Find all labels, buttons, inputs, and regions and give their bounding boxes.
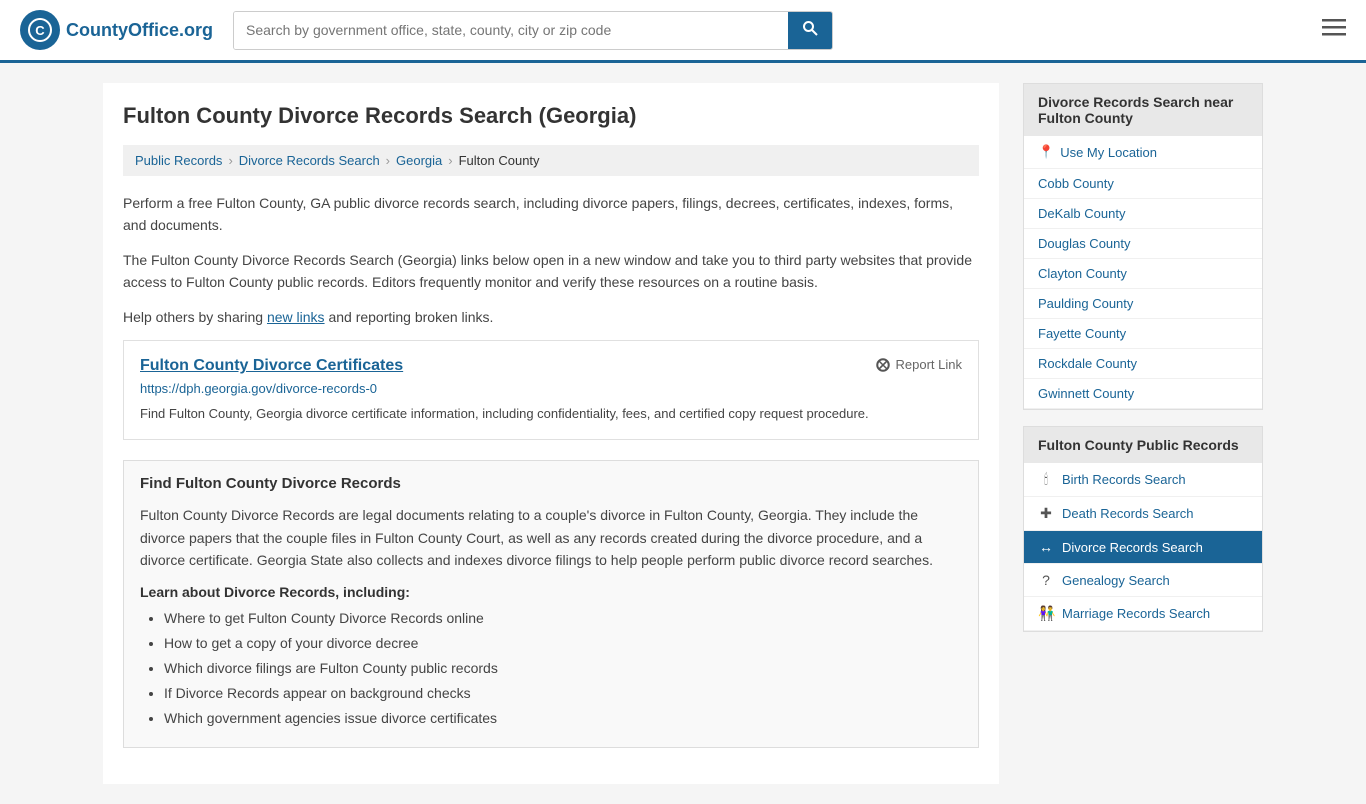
- breadcrumb-public-records[interactable]: Public Records: [135, 153, 222, 168]
- page-container: Fulton County Divorce Records Search (Ge…: [83, 63, 1283, 804]
- breadcrumb-sep-2: ›: [386, 153, 390, 168]
- divorce-icon: ↔: [1038, 539, 1054, 555]
- breadcrumb-current: Fulton County: [459, 153, 540, 168]
- breadcrumb: Public Records › Divorce Records Search …: [123, 145, 979, 176]
- site-header: C CountyOffice.org: [0, 0, 1366, 63]
- bullet-3: Which divorce filings are Fulton County …: [164, 658, 962, 679]
- nearby-header: Divorce Records Search near Fulton Count…: [1024, 84, 1262, 136]
- public-records-header: Fulton County Public Records: [1024, 427, 1262, 463]
- intro-paragraph-1: Perform a free Fulton County, GA public …: [123, 192, 979, 237]
- sidebar-item-marriage-records[interactable]: 👫 Marriage Records Search: [1024, 597, 1262, 631]
- report-link-button[interactable]: Report Link: [875, 357, 962, 373]
- learn-title: Learn about Divorce Records, including:: [140, 584, 962, 600]
- svg-text:C: C: [35, 23, 45, 38]
- genealogy-icon: ?: [1038, 572, 1054, 588]
- breadcrumb-sep-1: ›: [228, 153, 232, 168]
- location-pin-icon: 📍: [1038, 144, 1054, 160]
- county-link-douglas[interactable]: Douglas County: [1024, 229, 1262, 259]
- bullet-2: How to get a copy of your divorce decree: [164, 633, 962, 654]
- menu-icon[interactable]: [1322, 17, 1346, 43]
- breadcrumb-divorce-records[interactable]: Divorce Records Search: [239, 153, 380, 168]
- find-records-body: Fulton County Divorce Records are legal …: [140, 504, 962, 571]
- sidebar-item-birth-records[interactable]: 🕯 Birth Records Search: [1024, 463, 1262, 497]
- county-link-paulding[interactable]: Paulding County: [1024, 289, 1262, 319]
- county-link-rockdale[interactable]: Rockdale County: [1024, 349, 1262, 379]
- find-records-section: Find Fulton County Divorce Records Fulto…: [123, 460, 979, 747]
- county-link-clayton[interactable]: Clayton County: [1024, 259, 1262, 289]
- search-input[interactable]: [234, 12, 788, 49]
- intro-paragraph-2: The Fulton County Divorce Records Search…: [123, 249, 979, 294]
- sidebar: Divorce Records Search near Fulton Count…: [1023, 83, 1263, 784]
- bullet-1: Where to get Fulton County Divorce Recor…: [164, 608, 962, 629]
- death-icon: ✚: [1038, 505, 1054, 522]
- link-card-title[interactable]: Fulton County Divorce Certificates: [140, 357, 403, 375]
- sidebar-item-genealogy[interactable]: ? Genealogy Search: [1024, 564, 1262, 597]
- birth-icon: 🕯: [1038, 471, 1054, 488]
- new-links-link[interactable]: new links: [267, 309, 325, 325]
- link-card-url[interactable]: https://dph.georgia.gov/divorce-records-…: [140, 381, 962, 396]
- sidebar-item-divorce-records[interactable]: ↔ Divorce Records Search: [1024, 531, 1262, 564]
- breadcrumb-georgia[interactable]: Georgia: [396, 153, 442, 168]
- breadcrumb-sep-3: ›: [448, 153, 452, 168]
- search-bar[interactable]: [233, 11, 833, 50]
- link-card-desc: Find Fulton County, Georgia divorce cert…: [140, 404, 962, 424]
- marriage-icon: 👫: [1038, 605, 1054, 622]
- page-title: Fulton County Divorce Records Search (Ge…: [123, 103, 979, 129]
- county-link-fayette[interactable]: Fayette County: [1024, 319, 1262, 349]
- county-link-dekalb[interactable]: DeKalb County: [1024, 199, 1262, 229]
- use-location-button[interactable]: 📍 Use My Location: [1024, 136, 1262, 169]
- intro-paragraph-3: Help others by sharing new links and rep…: [123, 306, 979, 328]
- bullet-5: Which government agencies issue divorce …: [164, 708, 962, 729]
- county-link-cobb[interactable]: Cobb County: [1024, 169, 1262, 199]
- search-button[interactable]: [788, 12, 832, 49]
- logo-text: CountyOffice.org: [66, 20, 213, 41]
- report-icon: [875, 357, 891, 373]
- nearby-counties-list: Cobb County DeKalb County Douglas County…: [1024, 169, 1262, 409]
- county-link-gwinnett[interactable]: Gwinnett County: [1024, 379, 1262, 409]
- logo-icon: C: [20, 10, 60, 50]
- find-records-title: Find Fulton County Divorce Records: [140, 475, 962, 492]
- divorce-certificates-card: Fulton County Divorce Certificates Repor…: [123, 340, 979, 441]
- link-card-header: Fulton County Divorce Certificates Repor…: [140, 357, 962, 375]
- sidebar-item-death-records[interactable]: ✚ Death Records Search: [1024, 497, 1262, 531]
- public-records-section: Fulton County Public Records 🕯 Birth Rec…: [1023, 426, 1263, 632]
- learn-bullets: Where to get Fulton County Divorce Recor…: [140, 608, 962, 729]
- nearby-section: Divorce Records Search near Fulton Count…: [1023, 83, 1263, 410]
- main-content: Fulton County Divorce Records Search (Ge…: [103, 83, 999, 784]
- site-logo[interactable]: C CountyOffice.org: [20, 10, 213, 50]
- bullet-4: If Divorce Records appear on background …: [164, 683, 962, 704]
